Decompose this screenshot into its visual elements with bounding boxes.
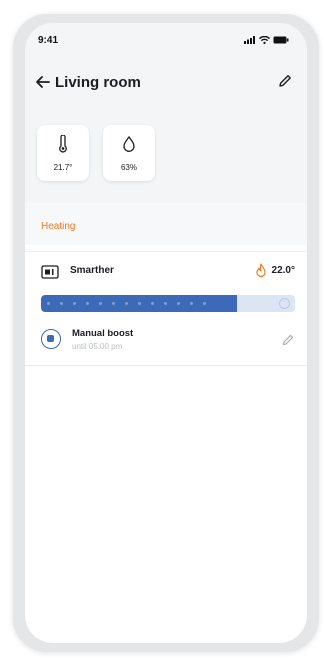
progress-dots xyxy=(47,302,206,305)
app-header: Living room xyxy=(25,63,307,103)
phone-frame: 9:41 Living room 21.7° 63% Heating Smart… xyxy=(13,14,319,652)
wifi-icon xyxy=(259,36,270,44)
boost-subtitle: until 05:00 pm xyxy=(72,342,123,351)
signal-icon xyxy=(244,36,255,44)
humidity-value: 63% xyxy=(120,163,137,172)
humidity-card: 63% xyxy=(103,125,155,181)
battery-icon xyxy=(273,36,289,44)
thermostat-device-icon xyxy=(41,265,59,279)
humidity-drop-icon xyxy=(123,135,135,152)
device-row[interactable]: Smarther 22.0° xyxy=(25,261,307,287)
status-icons xyxy=(244,36,289,44)
status-bar: 9:41 xyxy=(25,23,307,63)
back-arrow-icon[interactable] xyxy=(34,73,52,91)
section-label-heating: Heating xyxy=(41,221,76,232)
temperature-card: 21.7° xyxy=(37,125,89,181)
app-screen: 9:41 Living room 21.7° 63% Heating Smart… xyxy=(25,23,307,643)
edit-pencil-icon[interactable] xyxy=(277,73,293,89)
boost-title: Manual boost xyxy=(72,328,134,339)
status-time: 9:41 xyxy=(38,35,59,46)
device-name: Smarther xyxy=(70,265,114,276)
progress-end-marker xyxy=(279,298,290,309)
stop-boost-icon[interactable] xyxy=(41,329,61,349)
manual-boost-row[interactable]: Manual boost until 05:00 pm xyxy=(25,319,307,366)
heating-progress-bar[interactable] xyxy=(41,295,295,312)
section-divider xyxy=(25,251,307,252)
sensor-panel: 21.7° 63% xyxy=(25,103,307,203)
thermometer-icon xyxy=(59,135,67,153)
flame-icon xyxy=(256,263,266,278)
edit-boost-pencil-icon[interactable] xyxy=(281,333,295,347)
temperature-value: 21.7° xyxy=(53,163,73,172)
page-title: Living room xyxy=(55,74,141,91)
device-temperature: 22.0° xyxy=(271,265,295,276)
